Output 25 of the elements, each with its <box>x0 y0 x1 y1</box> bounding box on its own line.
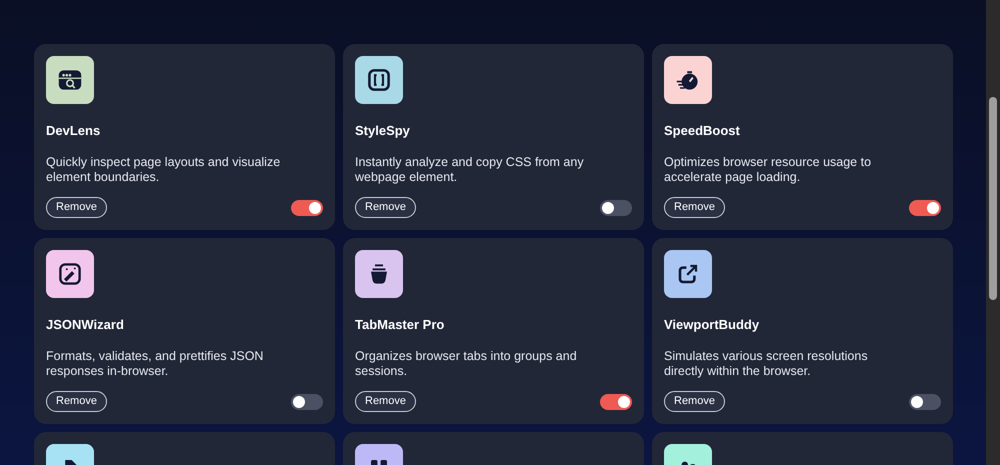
extension-title: DevLens <box>46 123 102 139</box>
toggle-switch[interactable] <box>291 200 323 216</box>
remove-button[interactable]: Remove <box>355 391 416 412</box>
remove-button[interactable]: Remove <box>664 391 725 412</box>
extension-title: StyleSpy <box>355 123 411 139</box>
remove-button[interactable]: Remove <box>664 197 725 218</box>
remove-button[interactable]: Remove <box>46 391 107 412</box>
remove-button[interactable]: Remove <box>355 197 416 218</box>
extension-title: SpeedBoost <box>664 123 741 139</box>
extension-title: JSONWizard <box>46 317 125 333</box>
extension-description: Quickly inspect page layouts and visualize element boundaries. <box>46 155 282 185</box>
toggle-switch[interactable] <box>909 200 941 216</box>
remove-button[interactable]: Remove <box>46 197 107 218</box>
toggle-switch[interactable] <box>291 394 323 410</box>
toggle-switch[interactable] <box>600 200 632 216</box>
extension-description: Instantly analyze and copy CSS from any webpage element. <box>355 155 585 185</box>
extension-title: ViewportBuddy <box>664 317 760 333</box>
extension-description: Formats, validates, and prettifies JSON responses in-browser. <box>46 349 264 379</box>
toggle-switch[interactable] <box>909 394 941 410</box>
scrollbar[interactable] <box>986 0 1000 465</box>
extension-title: TabMaster Pro <box>355 317 446 333</box>
extension-description: Optimizes browser resource usage to accelerate page loading. <box>664 155 872 185</box>
toggle-switch[interactable] <box>600 394 632 410</box>
extension-description: Organizes browser tabs into groups and sessions. <box>355 349 578 379</box>
extension-description: Simulates various screen resolutions directly within the browser. <box>664 349 869 379</box>
